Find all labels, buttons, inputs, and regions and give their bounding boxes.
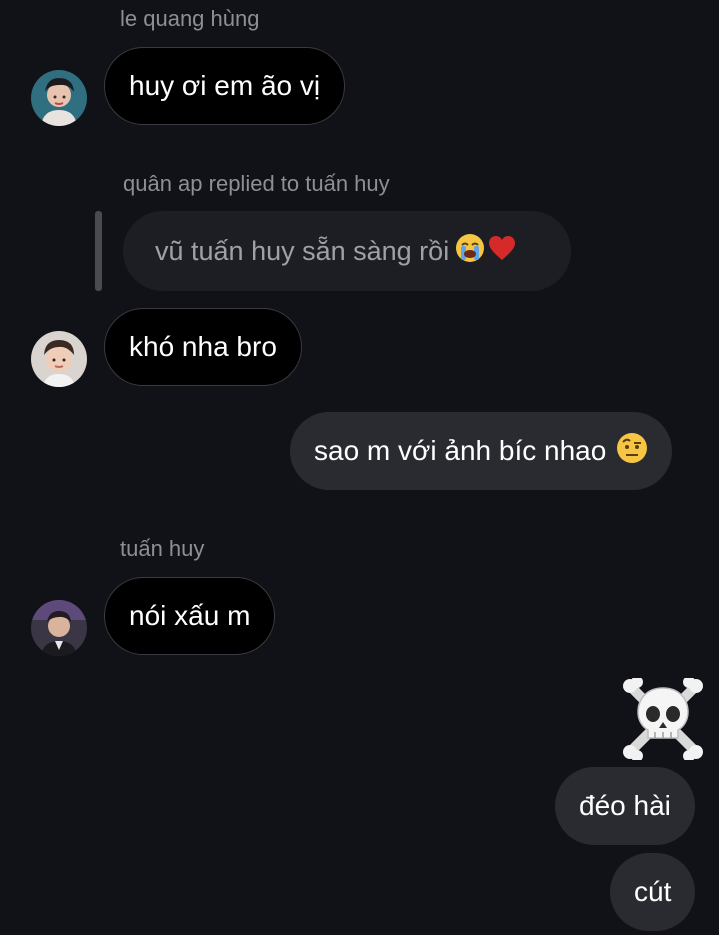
- avatar[interactable]: [31, 70, 87, 126]
- message-text: nói xấu m: [129, 600, 251, 631]
- message-text: sao m với ảnh bíc nhao: [314, 435, 607, 466]
- message-bubble-outgoing[interactable]: đéo hài: [555, 767, 695, 845]
- avatar[interactable]: [31, 331, 87, 387]
- message-bubble[interactable]: huy ơi em ão vị: [104, 47, 346, 125]
- message-bubble[interactable]: khó nha bro: [104, 308, 302, 386]
- skull-and-crossbones-emoji-icon[interactable]: [622, 676, 704, 762]
- avatar[interactable]: [31, 600, 87, 656]
- sender-name: tuấn huy: [120, 536, 205, 561]
- user-avatar-icon: [31, 600, 87, 656]
- message-bubble[interactable]: nói xấu m: [104, 577, 276, 655]
- reply-header: quân ap replied to tuấn huy: [123, 171, 390, 196]
- reply-indicator-bar: [95, 211, 102, 291]
- message-text: huy ơi em ão vị: [129, 70, 321, 101]
- message-text: cút: [634, 876, 672, 907]
- sender-name: le quang hùng: [120, 6, 260, 31]
- quoted-message[interactable]: vũ tuấn huy sẵn sàng rồi: [123, 211, 571, 291]
- face-with-raised-eyebrow-emoji-icon: [616, 432, 648, 471]
- message-bubble-outgoing[interactable]: sao m với ảnh bíc nhao: [290, 412, 673, 490]
- quoted-text: vũ tuấn huy sẵn sàng rồi: [155, 235, 450, 266]
- user-avatar-icon: [31, 70, 87, 126]
- red-heart-emoji-icon: [487, 233, 517, 270]
- message-bubble-outgoing[interactable]: cút: [610, 853, 696, 931]
- loudly-crying-face-emoji-icon: [455, 233, 485, 270]
- user-avatar-icon: [31, 331, 87, 387]
- message-text: khó nha bro: [129, 331, 277, 362]
- message-text: đéo hài: [579, 790, 671, 821]
